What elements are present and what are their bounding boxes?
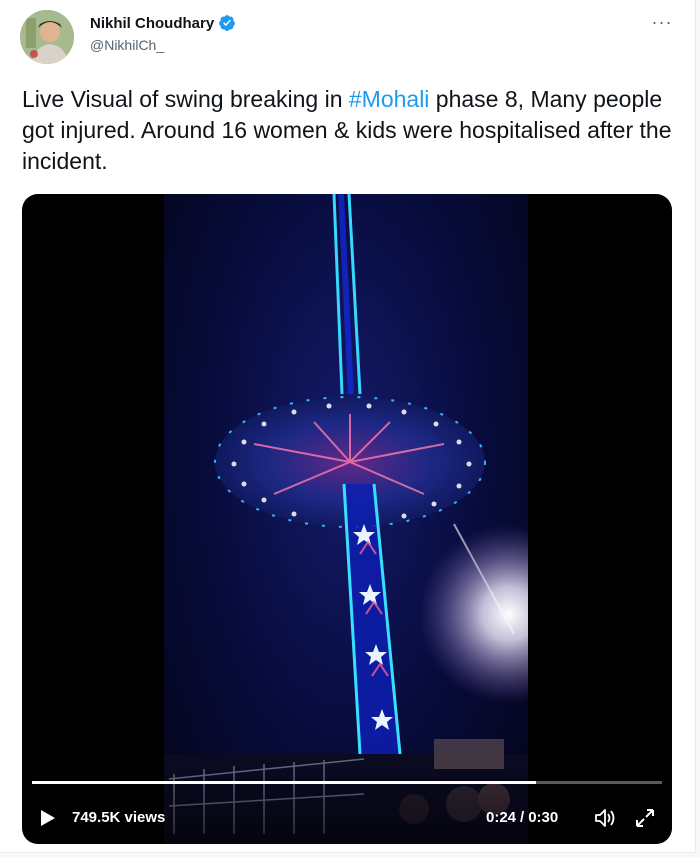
fullscreen-icon[interactable] (632, 805, 658, 831)
hashtag-link[interactable]: #Mohali (349, 86, 430, 112)
tweet-text: Live Visual of swing breaking in #Mohali… (22, 84, 682, 177)
tweet-text-part-1: Live Visual of swing breaking in (22, 86, 349, 112)
more-options-icon[interactable]: ··· (650, 10, 674, 34)
video-frame[interactable] (164, 194, 528, 844)
author-name-row: Nikhil Choudhary (90, 14, 236, 32)
duration: 0:30 (528, 809, 559, 826)
video-player[interactable]: 749.5K views 0:24 / 0:30 (22, 194, 672, 844)
author-name[interactable]: Nikhil Choudhary (90, 15, 214, 32)
video-progress-bar[interactable] (32, 781, 662, 784)
video-controls: 749.5K views 0:24 / 0:30 (22, 769, 672, 844)
view-count: 749.5K views (72, 809, 166, 826)
current-time: 0:24 (486, 809, 517, 826)
volume-icon[interactable] (592, 805, 618, 831)
author-avatar[interactable] (20, 10, 74, 64)
tweet-card: Nikhil Choudhary @NikhilCh_ ··· Live Vis… (0, 0, 696, 853)
video-progress-fill (32, 781, 536, 784)
time-separator: / (520, 809, 525, 826)
play-icon[interactable] (36, 807, 58, 829)
video-time: 0:24 / 0:30 (486, 809, 558, 826)
author-handle[interactable]: @NikhilCh_ (90, 37, 164, 53)
verified-badge-icon (218, 14, 236, 32)
